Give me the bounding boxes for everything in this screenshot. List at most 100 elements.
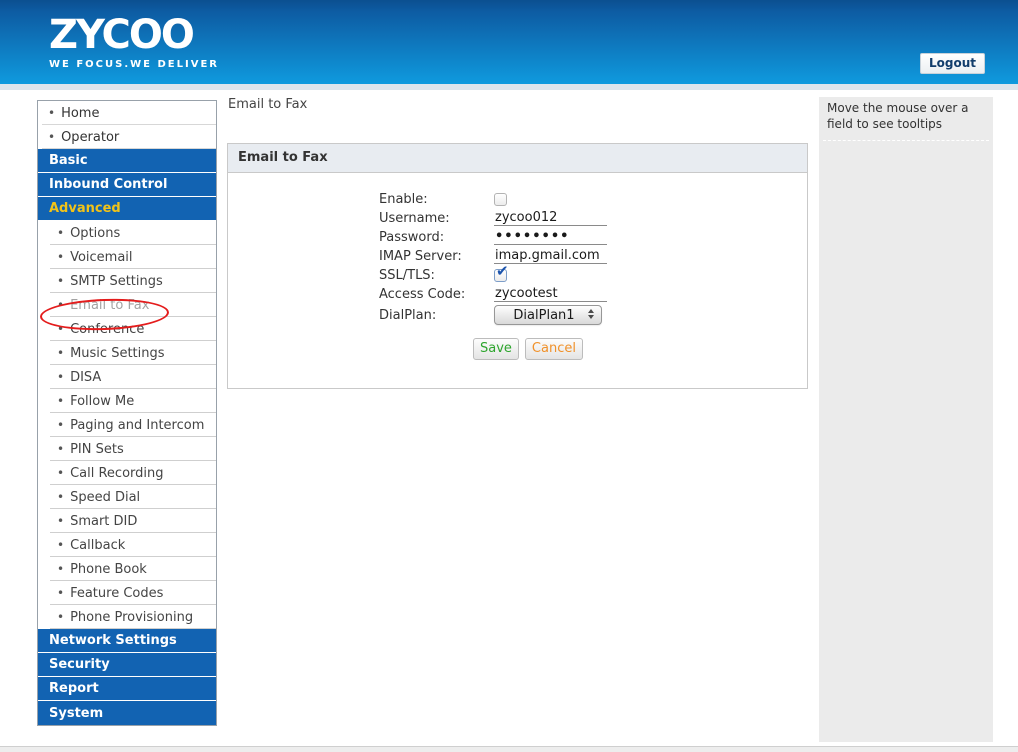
sidebar-item-voicemail[interactable]: • Voicemail xyxy=(38,245,216,269)
sidebar-category-inbound-control[interactable]: Inbound Control xyxy=(38,173,216,197)
sidebar-item-callback[interactable]: • Callback xyxy=(38,533,216,557)
category-label: Security xyxy=(49,657,110,672)
sidebar-item-label: Follow Me xyxy=(70,394,134,409)
imap-server-label: IMAP Server: xyxy=(379,249,494,264)
sidebar-item-home[interactable]: • Home xyxy=(38,101,216,125)
sidebar-item-phone-provisioning[interactable]: • Phone Provisioning xyxy=(38,605,216,629)
sidebar-item-label: Operator xyxy=(61,130,119,145)
bullet-icon: • xyxy=(48,131,55,143)
footer-strip xyxy=(0,746,1018,752)
sidebar-item-conference[interactable]: • Conference xyxy=(38,317,216,341)
bullet-icon: • xyxy=(57,611,64,623)
top-header: ZYCOO WE FOCUS.WE DELIVER Logout xyxy=(0,0,1018,84)
sidebar-item-music-settings[interactable]: • Music Settings xyxy=(38,341,216,365)
logout-button[interactable]: Logout xyxy=(920,53,985,74)
bullet-icon: • xyxy=(57,299,64,311)
sidebar-item-disa[interactable]: • DISA xyxy=(38,365,216,389)
sidebar-item-smart-did[interactable]: • Smart DID xyxy=(38,509,216,533)
password-row: Password: xyxy=(379,229,807,245)
sidebar-item-label: Phone Book xyxy=(70,562,147,577)
sidebar-item-speed-dial[interactable]: • Speed Dial xyxy=(38,485,216,509)
dialplan-label: DialPlan: xyxy=(379,308,494,323)
sidebar-category-system[interactable]: System xyxy=(38,701,216,725)
sidebar-item-paging-and-intercom[interactable]: • Paging and Intercom xyxy=(38,413,216,437)
category-label: Advanced xyxy=(49,201,121,216)
access-code-input[interactable] xyxy=(494,286,607,302)
panel-title: Email to Fax xyxy=(228,144,807,173)
sidebar-category-network-settings[interactable]: Network Settings xyxy=(38,629,216,653)
sidebar-item-options[interactable]: • Options xyxy=(38,221,216,245)
dialplan-row: DialPlan: DialPlan1 xyxy=(379,305,807,325)
dialplan-select[interactable]: DialPlan1 xyxy=(494,305,602,325)
main-content: Email to Fax Email to Fax Enable: Userna… xyxy=(227,97,808,389)
username-label: Username: xyxy=(379,211,494,226)
sidebar-item-label: DISA xyxy=(70,370,101,385)
password-label: Password: xyxy=(379,230,494,245)
form-buttons: Save Cancel xyxy=(473,338,807,360)
bullet-icon: • xyxy=(57,227,64,239)
sidebar-item-label: Smart DID xyxy=(70,514,137,529)
imap-server-input[interactable] xyxy=(494,248,607,264)
sidebar-item-label: Phone Provisioning xyxy=(70,610,193,625)
sidebar-item-label: Email to Fax xyxy=(70,298,149,313)
tooltip-panel: Move the mouse over a field to see toolt… xyxy=(819,97,993,742)
sidebar-item-label: Home xyxy=(61,106,99,121)
bullet-icon: • xyxy=(57,491,64,503)
checkmark-icon: ✔ xyxy=(496,264,509,279)
sidebar-item-follow-me[interactable]: • Follow Me xyxy=(38,389,216,413)
enable-checkbox[interactable] xyxy=(494,193,507,206)
sidebar-item-label: Conference xyxy=(70,322,144,337)
sidebar-item-smtp-settings[interactable]: • SMTP Settings xyxy=(38,269,216,293)
stepper-arrows-icon xyxy=(588,309,594,319)
password-input[interactable] xyxy=(494,229,607,245)
sidebar-item-email-to-fax[interactable]: • Email to Fax xyxy=(38,293,216,317)
sidebar-menu: • Home • Operator Basic Inbound Control … xyxy=(37,100,217,726)
logo-tagline: WE FOCUS.WE DELIVER xyxy=(49,59,219,70)
bullet-icon: • xyxy=(57,419,64,431)
category-label: Report xyxy=(49,681,99,696)
sidebar-item-operator[interactable]: • Operator xyxy=(38,125,216,149)
username-row: Username: xyxy=(379,210,807,226)
username-input[interactable] xyxy=(494,210,607,226)
sidebar-item-label: Music Settings xyxy=(70,346,164,361)
sidebar-item-label: PIN Sets xyxy=(70,442,124,457)
bullet-icon: • xyxy=(57,251,64,263)
sidebar-item-pin-sets[interactable]: • PIN Sets xyxy=(38,437,216,461)
ssl-tls-checkbox[interactable]: ✔ xyxy=(494,269,507,282)
ssl-tls-label: SSL/TLS: xyxy=(379,268,494,283)
bullet-icon: • xyxy=(57,347,64,359)
sidebar-category-security[interactable]: Security xyxy=(38,653,216,677)
save-button[interactable]: Save xyxy=(473,338,519,360)
sidebar-item-label: Callback xyxy=(70,538,125,553)
sidebar-item-feature-codes[interactable]: • Feature Codes xyxy=(38,581,216,605)
bullet-icon: • xyxy=(57,323,64,335)
sidebar-category-basic[interactable]: Basic xyxy=(38,149,216,173)
header-divider-strip xyxy=(0,84,1018,90)
email-to-fax-panel: Email to Fax Enable: Username: Password:… xyxy=(227,143,808,389)
tooltip-hint-text: Move the mouse over a field to see toolt… xyxy=(823,97,989,141)
sidebar-item-phone-book[interactable]: • Phone Book xyxy=(38,557,216,581)
category-label: Network Settings xyxy=(49,633,177,648)
bullet-icon: • xyxy=(57,371,64,383)
panel-body: Enable: Username: Password: IMAP Server:… xyxy=(228,173,807,388)
sidebar-item-label: Voicemail xyxy=(70,250,132,265)
category-label: Inbound Control xyxy=(49,177,167,192)
sidebar-category-report[interactable]: Report xyxy=(38,677,216,701)
cancel-button[interactable]: Cancel xyxy=(525,338,583,360)
sidebar-item-label: Call Recording xyxy=(70,466,163,481)
sidebar-item-label: Paging and Intercom xyxy=(70,418,204,433)
sidebar-item-call-recording[interactable]: • Call Recording xyxy=(38,461,216,485)
ssl-tls-row: SSL/TLS: ✔ xyxy=(379,267,807,283)
bullet-icon: • xyxy=(57,515,64,527)
sidebar-category-advanced[interactable]: Advanced xyxy=(38,197,216,221)
sidebar-item-label: SMTP Settings xyxy=(70,274,163,289)
bullet-icon: • xyxy=(57,563,64,575)
category-label: Basic xyxy=(49,153,88,168)
bullet-icon: • xyxy=(57,587,64,599)
zycoo-logo: ZYCOO WE FOCUS.WE DELIVER xyxy=(49,13,219,70)
enable-label: Enable: xyxy=(379,192,494,207)
sidebar-item-label: Feature Codes xyxy=(70,586,163,601)
bullet-icon: • xyxy=(57,443,64,455)
sidebar-item-label: Options xyxy=(70,226,120,241)
logo-text: ZYCOO xyxy=(49,13,219,57)
